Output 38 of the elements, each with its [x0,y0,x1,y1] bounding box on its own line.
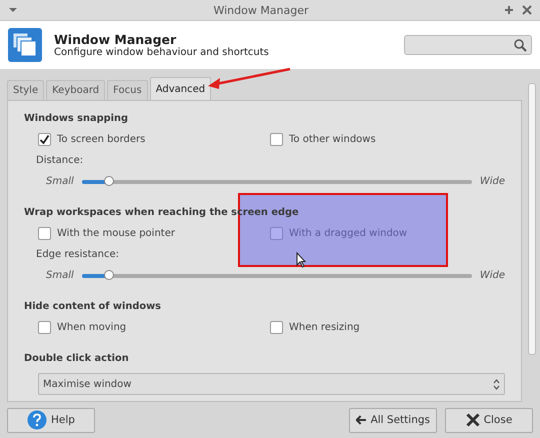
slider-min-label: Small [46,176,74,187]
caret-icon[interactable] [8,7,18,13]
slider-label: Distance: [35,154,84,168]
section-heading: Hide content of windows [24,300,161,314]
checkbox[interactable]: To screen borders [38,133,270,146]
slider-label: Edge resistance: [35,248,119,262]
section-heading: Double click action [24,352,129,366]
section-heading: Windows snapping [24,112,128,126]
close-icon [466,413,480,427]
close-button[interactable]: Close [445,408,533,432]
help-icon [27,410,48,430]
dropdown[interactable]: Maximise window [38,373,505,395]
scrollbar[interactable] [528,83,536,355]
slider-min-label: Small [46,270,74,281]
tab[interactable]: Advanced [150,77,212,101]
tab[interactable]: Keyboard [46,80,106,100]
help-button[interactable]: Help [7,408,95,432]
search-icon [514,38,527,52]
header-title: Window Manager [54,32,178,47]
checkbox[interactable]: When resizing [270,321,505,334]
checkbox[interactable]: To other windows [270,133,505,146]
left-arrow-icon [356,413,367,427]
all-settings-button[interactable]: All Settings [349,408,437,432]
checkbox[interactable]: When moving [38,321,270,334]
checkbox[interactable]: With the mouse pointer [38,227,270,240]
maximize-icon[interactable] [504,5,514,15]
window-title: Window Manager [212,4,310,16]
slider-max-label: Wide [480,176,505,187]
slider-max-label: Wide [480,270,505,281]
windows-icon [8,28,42,62]
search-field[interactable] [404,35,532,55]
tab[interactable]: Style [7,80,44,100]
checkmark-icon [39,134,50,145]
cursor-icon [296,252,306,268]
tab[interactable]: Focus [107,80,148,100]
close-icon[interactable] [522,5,532,15]
header-subtitle: Configure window behaviour and shortcuts [54,47,270,58]
updown-icon [493,378,500,390]
